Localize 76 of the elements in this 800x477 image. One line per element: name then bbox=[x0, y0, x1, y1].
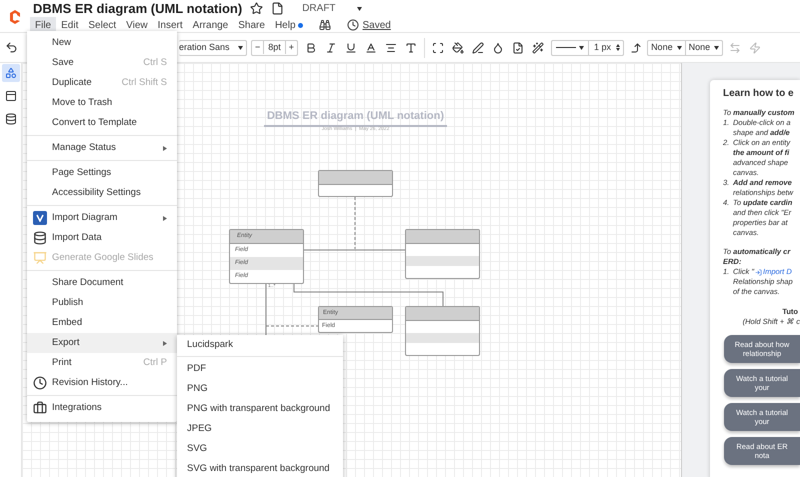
italic-icon[interactable] bbox=[325, 42, 338, 54]
menu-item[interactable]: SVG bbox=[177, 439, 343, 459]
saved-link[interactable]: Saved bbox=[362, 18, 391, 32]
droplet-icon[interactable] bbox=[492, 42, 504, 54]
briefcase-icon bbox=[32, 401, 46, 415]
pen-icon[interactable] bbox=[472, 42, 484, 54]
submenu-arrow-icon bbox=[163, 216, 167, 220]
menu-item[interactable]: Import Data bbox=[27, 228, 177, 248]
text-color-icon[interactable] bbox=[365, 42, 378, 54]
binoculars-icon[interactable] bbox=[318, 19, 331, 31]
menu-item[interactable]: Edit bbox=[56, 17, 84, 33]
frame-icon[interactable] bbox=[432, 42, 444, 54]
menu-item[interactable]: Export bbox=[27, 333, 177, 353]
menu-item[interactable]: JPEG bbox=[177, 419, 343, 439]
menu-item[interactable]: Insert bbox=[152, 17, 188, 33]
menu-item[interactable]: Accessibility Settings bbox=[27, 183, 177, 203]
arrow-dropdown[interactable]: None bbox=[686, 40, 724, 56]
menu-item[interactable]: PNG with transparent background bbox=[177, 399, 343, 419]
document-icon[interactable] bbox=[271, 2, 284, 15]
menu-item[interactable]: Move to Trash bbox=[27, 93, 177, 113]
menu-item[interactable]: Lucidspark bbox=[177, 335, 343, 355]
dashed-connector bbox=[354, 196, 356, 250]
menu-item[interactable]: Publish bbox=[27, 293, 177, 313]
shapes-icon[interactable] bbox=[2, 64, 20, 82]
menu-item[interactable]: Save Ctrl S bbox=[27, 53, 177, 73]
magic-wand-icon[interactable] bbox=[532, 42, 544, 54]
clock-icon bbox=[346, 19, 359, 31]
menu-item[interactable]: Revision History... bbox=[27, 373, 177, 393]
menu-item[interactable]: Import Diagram bbox=[27, 208, 177, 228]
clock-icon bbox=[32, 376, 46, 390]
menu-item[interactable]: New bbox=[27, 33, 177, 53]
menu-item[interactable]: Share Document bbox=[27, 273, 177, 293]
menu-item[interactable]: Share bbox=[233, 17, 270, 33]
slides-icon bbox=[32, 251, 46, 265]
document-title[interactable]: DBMS ER diagram (UML notation) bbox=[33, 0, 242, 18]
connector-icon[interactable] bbox=[630, 42, 642, 54]
logo-icon bbox=[8, 8, 22, 24]
spinner-icon bbox=[616, 44, 620, 51]
menu-item[interactable]: Convert to Template bbox=[27, 113, 177, 133]
align-icon[interactable] bbox=[385, 42, 398, 54]
menu-item[interactable]: Page Settings bbox=[27, 163, 177, 183]
submenu-arrow-icon bbox=[163, 340, 167, 346]
text-style-icon[interactable] bbox=[405, 42, 418, 54]
caret-icon bbox=[714, 46, 720, 50]
menu-item[interactable]: Integrations bbox=[27, 398, 177, 418]
menu-item[interactable]: View bbox=[121, 17, 153, 33]
underline-icon[interactable] bbox=[345, 42, 358, 54]
caret-icon bbox=[579, 46, 584, 50]
notes-title: Learn how to e bbox=[723, 88, 795, 100]
menu-item[interactable]: Embed bbox=[27, 313, 177, 333]
menu-item[interactable]: Help bbox=[270, 17, 301, 33]
database-icon bbox=[32, 231, 46, 245]
visio-icon bbox=[32, 211, 46, 225]
menu-item[interactable]: Select bbox=[83, 17, 122, 33]
star-icon[interactable] bbox=[250, 2, 264, 15]
menu-item[interactable]: Arrange bbox=[188, 17, 234, 33]
fill-icon[interactable] bbox=[452, 42, 464, 54]
caret-icon bbox=[676, 46, 682, 50]
status-dropdown[interactable]: DRAFT bbox=[302, 1, 362, 16]
menu-item[interactable]: PNG bbox=[177, 379, 343, 399]
style-icon[interactable] bbox=[512, 42, 524, 54]
font-size-stepper[interactable]: − 8pt + bbox=[251, 40, 298, 56]
font-dropdown[interactable]: eration Sans bbox=[179, 40, 247, 56]
menu-item[interactable]: SVG with transparent background bbox=[177, 459, 343, 477]
diagram-title: DBMS ER diagram (UML notation) bbox=[264, 108, 447, 126]
menu-item[interactable]: PDF bbox=[177, 359, 343, 379]
bold-icon[interactable] bbox=[305, 42, 318, 54]
caret-icon bbox=[238, 46, 243, 50]
caret-icon bbox=[357, 6, 362, 10]
submenu-arrow-icon bbox=[163, 146, 167, 150]
menu-item[interactable]: Duplicate Ctrl Shift S bbox=[27, 73, 177, 93]
import-icon bbox=[755, 269, 762, 276]
menu-item[interactable]: Print Ctrl P bbox=[27, 353, 177, 373]
line-style-dropdown[interactable]: 1 px bbox=[551, 40, 624, 56]
arrow-dropdown[interactable]: None bbox=[647, 40, 686, 56]
menu-item[interactable]: Manage Status bbox=[27, 138, 177, 158]
